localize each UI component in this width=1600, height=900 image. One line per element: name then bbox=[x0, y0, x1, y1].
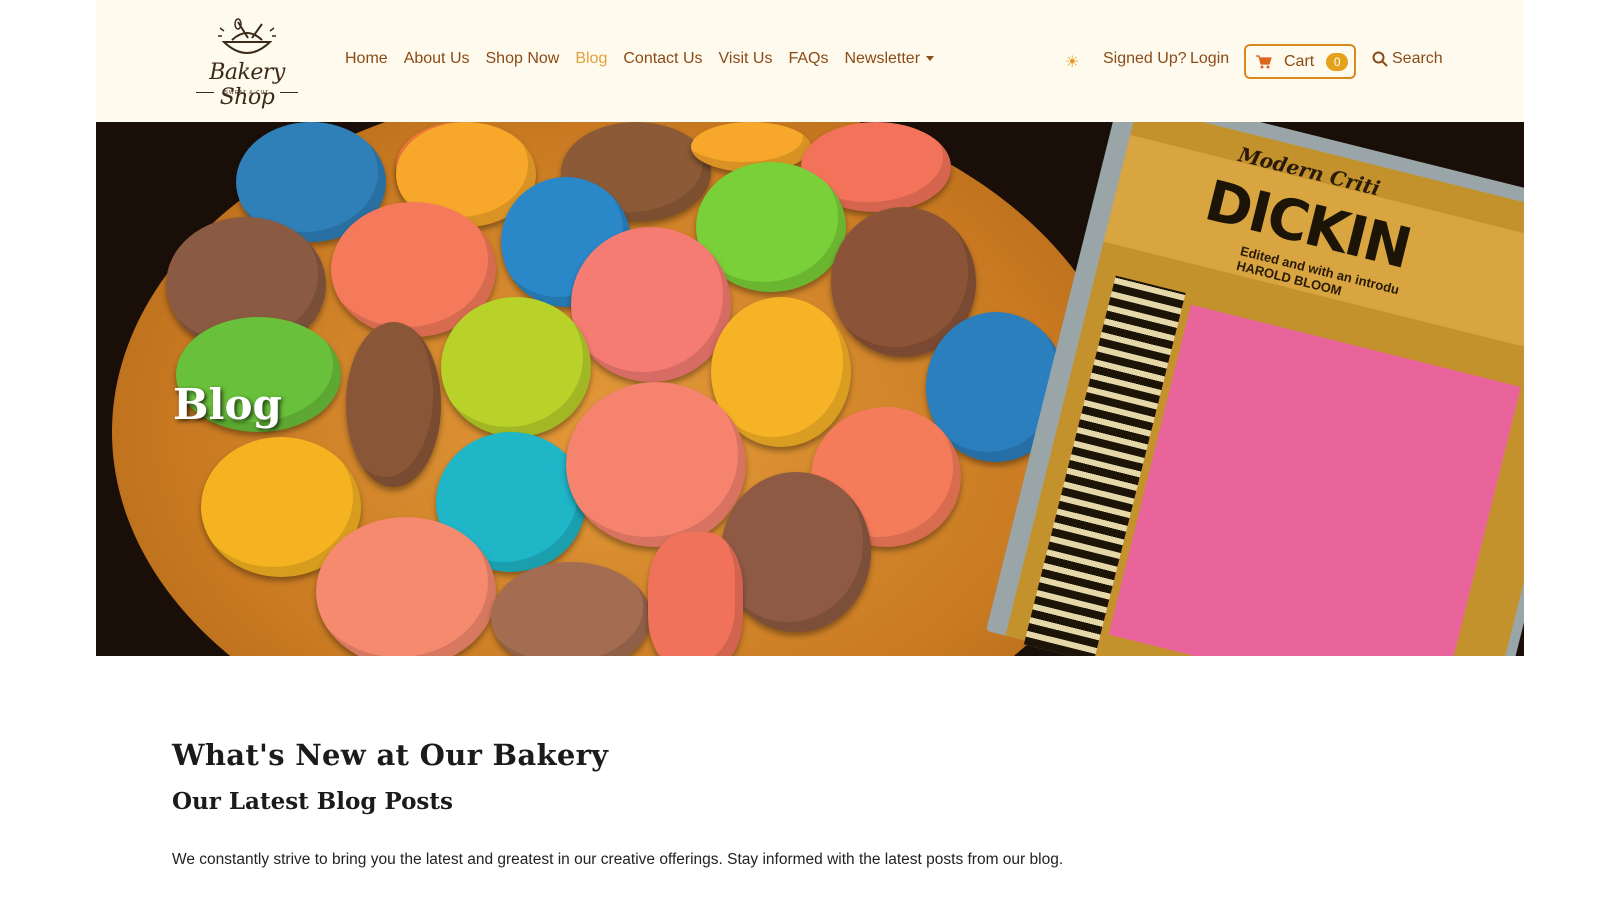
book-cover: Modern Criti DICKIN Edited and with an i… bbox=[1005, 122, 1524, 656]
search-label: Search bbox=[1392, 50, 1443, 67]
nav-contact-us[interactable]: Contact Us bbox=[623, 50, 702, 68]
brand-tagline: SWEAT & CUT bbox=[224, 90, 270, 96]
page-heading: What's New at Our Bakery bbox=[172, 738, 609, 772]
brand-name: Bakery Shop bbox=[209, 60, 285, 110]
nav-shop-now[interactable]: Shop Now bbox=[486, 50, 560, 68]
intro-paragraph: We constantly strive to bring you the la… bbox=[172, 851, 1064, 868]
nav-blog[interactable]: Blog bbox=[575, 50, 607, 68]
cart-count-badge: 0 bbox=[1326, 52, 1349, 71]
macaron-image bbox=[441, 297, 591, 437]
nav-newsletter-label: Newsletter bbox=[844, 50, 921, 67]
macaron-image bbox=[648, 532, 743, 656]
macaron-image bbox=[566, 382, 746, 547]
sun-icon[interactable]: ☀ bbox=[1065, 52, 1079, 72]
search-icon bbox=[1372, 51, 1388, 67]
page-subheading: Our Latest Blog Posts bbox=[172, 788, 453, 815]
book-image: Modern Criti DICKIN Edited and with an i… bbox=[985, 122, 1524, 656]
bowl-whisk-icon bbox=[218, 18, 276, 54]
nav-newsletter-dropdown[interactable]: Newsletter bbox=[844, 50, 935, 68]
login-link[interactable]: Login bbox=[1190, 50, 1229, 68]
logo-divider-right bbox=[280, 92, 298, 93]
book-portrait bbox=[1108, 304, 1521, 656]
hero-banner: Modern Criti DICKIN Edited and with an i… bbox=[96, 122, 1524, 656]
macaron-image bbox=[346, 322, 441, 487]
nav-about-us[interactable]: About Us bbox=[404, 50, 470, 68]
brand-logo[interactable]: Bakery Shop SWEAT & CUT bbox=[182, 18, 312, 110]
nav-faqs[interactable]: FAQs bbox=[788, 50, 828, 68]
main-nav: Home About Us Shop Now Blog Contact Us V… bbox=[345, 50, 950, 68]
search-button[interactable]: Search bbox=[1372, 50, 1443, 68]
nav-home[interactable]: Home bbox=[345, 50, 388, 68]
cart-label: Cart bbox=[1284, 52, 1315, 70]
nav-visit-us[interactable]: Visit Us bbox=[719, 50, 773, 68]
site-header: Bakery Shop SWEAT & CUT Home About Us Sh… bbox=[96, 0, 1524, 122]
macaron-image bbox=[316, 517, 496, 656]
page: Bakery Shop SWEAT & CUT Home About Us Sh… bbox=[0, 0, 1600, 900]
chevron-down-icon bbox=[926, 56, 935, 62]
macaron-image bbox=[721, 472, 871, 632]
signed-up-text: Signed Up? bbox=[1103, 50, 1187, 67]
macaron-image bbox=[571, 227, 731, 382]
cart-icon bbox=[1256, 54, 1272, 68]
cart-button[interactable]: Cart 0 bbox=[1244, 44, 1356, 79]
hero-title: Blog bbox=[173, 380, 282, 429]
